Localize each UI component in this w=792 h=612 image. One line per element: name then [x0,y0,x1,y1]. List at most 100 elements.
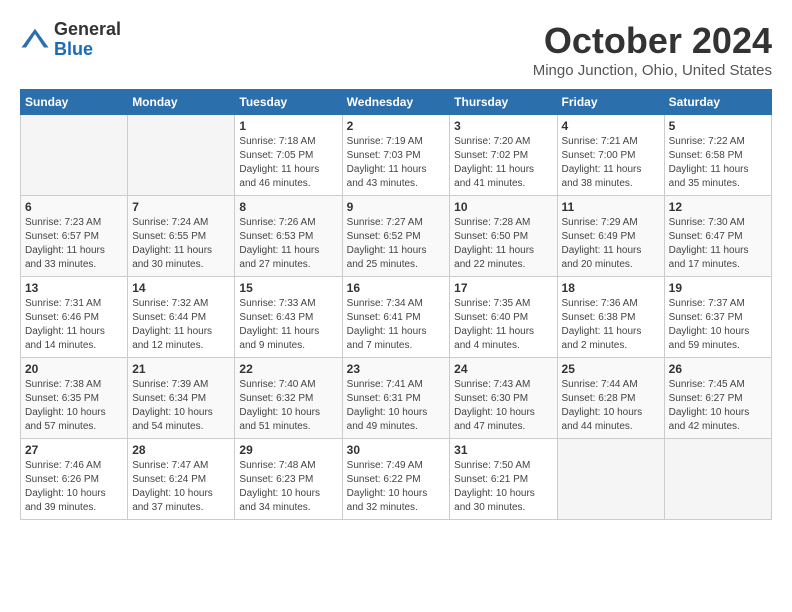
day-info: Sunrise: 7:44 AM Sunset: 6:28 PM Dayligh… [562,378,660,434]
logo-icon [20,25,50,55]
calendar-day-cell: 22Sunrise: 7:40 AM Sunset: 6:32 PM Dayli… [235,358,342,439]
day-info: Sunrise: 7:18 AM Sunset: 7:05 PM Dayligh… [239,135,337,191]
day-info: Sunrise: 7:33 AM Sunset: 6:43 PM Dayligh… [239,297,337,353]
title-block: October 2024 Mingo Junction, Ohio, Unite… [533,20,772,79]
day-info: Sunrise: 7:39 AM Sunset: 6:34 PM Dayligh… [132,378,230,434]
day-info: Sunrise: 7:30 AM Sunset: 6:47 PM Dayligh… [669,216,767,272]
day-number: 12 [669,200,767,214]
calendar-week-row: 27 Sunrise: 7:46 AM Sunset: 6:26 PM Dayli… [21,439,772,520]
calendar-day-cell: 15 Sunrise: 7:33 AM Sunset: 6:43 PM Dayli… [235,277,342,358]
day-number: 22 [239,362,337,376]
day-number: 18 [562,281,660,295]
day-number: 19 [669,281,767,295]
calendar-day-cell: 23Sunrise: 7:41 AM Sunset: 6:31 PM Dayli… [342,358,450,439]
weekday-header: Tuesday [235,90,342,115]
day-number: 21 [132,362,230,376]
calendar-header: SundayMondayTuesdayWednesdayThursdayFrid… [21,90,772,115]
calendar-day-cell: 27 Sunrise: 7:46 AM Sunset: 6:26 PM Dayli… [21,439,128,520]
day-number: 28 [132,443,230,457]
calendar-day-cell: 21 Sunrise: 7:39 AM Sunset: 6:34 PM Dayli… [128,358,235,439]
day-number: 26 [669,362,767,376]
location-title: Mingo Junction, Ohio, United States [533,62,772,79]
day-info: Sunrise: 7:24 AM Sunset: 6:55 PM Dayligh… [132,216,230,272]
day-number: 15 [239,281,337,295]
calendar-day-cell: 7 Sunrise: 7:24 AM Sunset: 6:55 PM Daylig… [128,196,235,277]
day-info: Sunrise: 7:23 AM Sunset: 6:57 PM Dayligh… [25,216,123,272]
day-info: Sunrise: 7:32 AM Sunset: 6:44 PM Dayligh… [132,297,230,353]
day-info: Sunrise: 7:47 AM Sunset: 6:24 PM Dayligh… [132,459,230,515]
calendar-day-cell: 31Sunrise: 7:50 AM Sunset: 6:21 PM Dayli… [450,439,557,520]
calendar-day-cell: 6 Sunrise: 7:23 AM Sunset: 6:57 PM Daylig… [21,196,128,277]
day-number: 9 [347,200,446,214]
calendar-day-cell: 14 Sunrise: 7:32 AM Sunset: 6:44 PM Dayli… [128,277,235,358]
weekday-header: Thursday [450,90,557,115]
day-number: 30 [347,443,446,457]
calendar-day-cell: 16 Sunrise: 7:34 AM Sunset: 6:41 PM Dayli… [342,277,450,358]
calendar-day-cell: 10Sunrise: 7:28 AM Sunset: 6:50 PM Dayli… [450,196,557,277]
day-number: 27 [25,443,123,457]
calendar-day-cell: 24Sunrise: 7:43 AM Sunset: 6:30 PM Dayli… [450,358,557,439]
day-info: Sunrise: 7:43 AM Sunset: 6:30 PM Dayligh… [454,378,552,434]
calendar-day-cell: 1Sunrise: 7:18 AM Sunset: 7:05 PM Daylig… [235,115,342,196]
weekday-header: Saturday [664,90,771,115]
day-info: Sunrise: 7:46 AM Sunset: 6:26 PM Dayligh… [25,459,123,515]
day-number: 17 [454,281,552,295]
day-info: Sunrise: 7:20 AM Sunset: 7:02 PM Dayligh… [454,135,552,191]
day-number: 6 [25,200,123,214]
calendar-day-cell: 9 Sunrise: 7:27 AM Sunset: 6:52 PM Daylig… [342,196,450,277]
calendar-table: SundayMondayTuesdayWednesdayThursdayFrid… [20,89,772,520]
calendar-day-cell: 17 Sunrise: 7:35 AM Sunset: 6:40 PM Dayli… [450,277,557,358]
day-info: Sunrise: 7:38 AM Sunset: 6:35 PM Dayligh… [25,378,123,434]
day-number: 16 [347,281,446,295]
day-number: 8 [239,200,337,214]
calendar-day-cell: 11Sunrise: 7:29 AM Sunset: 6:49 PM Dayli… [557,196,664,277]
day-number: 2 [347,119,446,133]
day-info: Sunrise: 7:26 AM Sunset: 6:53 PM Dayligh… [239,216,337,272]
day-number: 25 [562,362,660,376]
day-info: Sunrise: 7:27 AM Sunset: 6:52 PM Dayligh… [347,216,446,272]
calendar-day-cell: 12 Sunrise: 7:30 AM Sunset: 6:47 PM Dayli… [664,196,771,277]
logo-text: General Blue [54,20,121,60]
calendar-day-cell: 19 Sunrise: 7:37 AM Sunset: 6:37 PM Dayli… [664,277,771,358]
logo: General Blue [20,20,121,60]
calendar-day-cell: 20Sunrise: 7:38 AM Sunset: 6:35 PM Dayli… [21,358,128,439]
day-info: Sunrise: 7:29 AM Sunset: 6:49 PM Dayligh… [562,216,660,272]
month-title: October 2024 [533,20,772,62]
day-number: 14 [132,281,230,295]
weekday-header: Wednesday [342,90,450,115]
day-info: Sunrise: 7:22 AM Sunset: 6:58 PM Dayligh… [669,135,767,191]
day-number: 10 [454,200,552,214]
calendar-day-cell: 8 Sunrise: 7:26 AM Sunset: 6:53 PM Daylig… [235,196,342,277]
calendar-day-cell: 5 Sunrise: 7:22 AM Sunset: 6:58 PM Daylig… [664,115,771,196]
logo-blue: Blue [54,40,121,60]
calendar-day-cell: 4 Sunrise: 7:21 AM Sunset: 7:00 PM Daylig… [557,115,664,196]
calendar-day-cell: 28 Sunrise: 7:47 AM Sunset: 6:24 PM Dayli… [128,439,235,520]
day-info: Sunrise: 7:31 AM Sunset: 6:46 PM Dayligh… [25,297,123,353]
day-number: 4 [562,119,660,133]
calendar-day-cell: 18Sunrise: 7:36 AM Sunset: 6:38 PM Dayli… [557,277,664,358]
day-info: Sunrise: 7:34 AM Sunset: 6:41 PM Dayligh… [347,297,446,353]
weekday-header: Friday [557,90,664,115]
header-row: SundayMondayTuesdayWednesdayThursdayFrid… [21,90,772,115]
day-info: Sunrise: 7:35 AM Sunset: 6:40 PM Dayligh… [454,297,552,353]
day-info: Sunrise: 7:41 AM Sunset: 6:31 PM Dayligh… [347,378,446,434]
calendar-day-cell [557,439,664,520]
day-number: 31 [454,443,552,457]
day-number: 3 [454,119,552,133]
day-number: 7 [132,200,230,214]
calendar-day-cell [128,115,235,196]
calendar-week-row: 13Sunrise: 7:31 AM Sunset: 6:46 PM Dayli… [21,277,772,358]
calendar-week-row: 20Sunrise: 7:38 AM Sunset: 6:35 PM Dayli… [21,358,772,439]
day-number: 5 [669,119,767,133]
day-info: Sunrise: 7:45 AM Sunset: 6:27 PM Dayligh… [669,378,767,434]
weekday-header: Monday [128,90,235,115]
weekday-header: Sunday [21,90,128,115]
calendar-day-cell [21,115,128,196]
calendar-day-cell: 2Sunrise: 7:19 AM Sunset: 7:03 PM Daylig… [342,115,450,196]
page-header: General Blue October 2024 Mingo Junction… [20,20,772,79]
calendar-day-cell [664,439,771,520]
day-info: Sunrise: 7:21 AM Sunset: 7:00 PM Dayligh… [562,135,660,191]
logo-general: General [54,20,121,40]
day-info: Sunrise: 7:49 AM Sunset: 6:22 PM Dayligh… [347,459,446,515]
day-info: Sunrise: 7:37 AM Sunset: 6:37 PM Dayligh… [669,297,767,353]
